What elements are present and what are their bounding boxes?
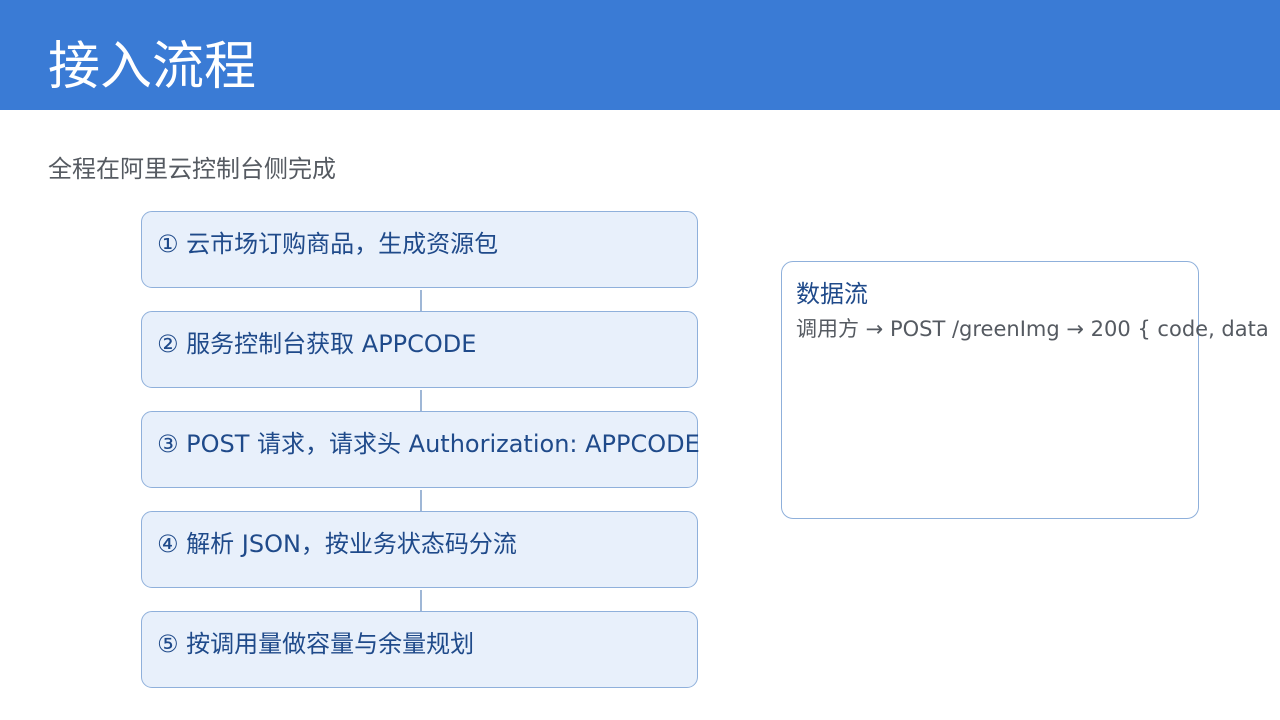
process-step-label: ⑤ 按调用量做容量与余量规划 bbox=[157, 630, 475, 658]
slide: 接入流程 全程在阿里云控制台侧完成 ① 云市场订购商品，生成资源包 ② 服务控制… bbox=[0, 0, 1280, 720]
page-subtitle: 全程在阿里云控制台侧完成 bbox=[48, 155, 336, 183]
process-step-2: ② 服务控制台获取 APPCODE bbox=[141, 311, 698, 388]
process-step-label: ① 云市场订购商品，生成资源包 bbox=[157, 230, 499, 258]
page-title: 接入流程 bbox=[48, 37, 257, 97]
process-step-label: ③ POST 请求，请求头 Authorization: APPCODE bbox=[157, 430, 700, 458]
process-step-5: ⑤ 按调用量做容量与余量规划 bbox=[141, 611, 698, 688]
header-bar: 接入流程 bbox=[0, 0, 1280, 110]
process-step-4: ④ 解析 JSON，按业务状态码分流 bbox=[141, 511, 698, 588]
step-connector bbox=[420, 590, 422, 612]
data-flow-title: 数据流 bbox=[796, 280, 868, 308]
process-step-1: ① 云市场订购商品，生成资源包 bbox=[141, 211, 698, 288]
step-connector bbox=[420, 290, 422, 312]
data-flow-panel: 数据流 调用方 → POST /greenImg → 200 { code, d… bbox=[781, 261, 1269, 519]
step-connector bbox=[420, 490, 422, 512]
data-flow-description: 调用方 → POST /greenImg → 200 { code, data bbox=[796, 317, 1269, 341]
step-connector bbox=[420, 390, 422, 412]
process-step-3: ③ POST 请求，请求头 Authorization: APPCODE bbox=[141, 411, 700, 488]
process-step-label: ④ 解析 JSON，按业务状态码分流 bbox=[157, 530, 517, 558]
process-step-label: ② 服务控制台获取 APPCODE bbox=[157, 330, 477, 358]
